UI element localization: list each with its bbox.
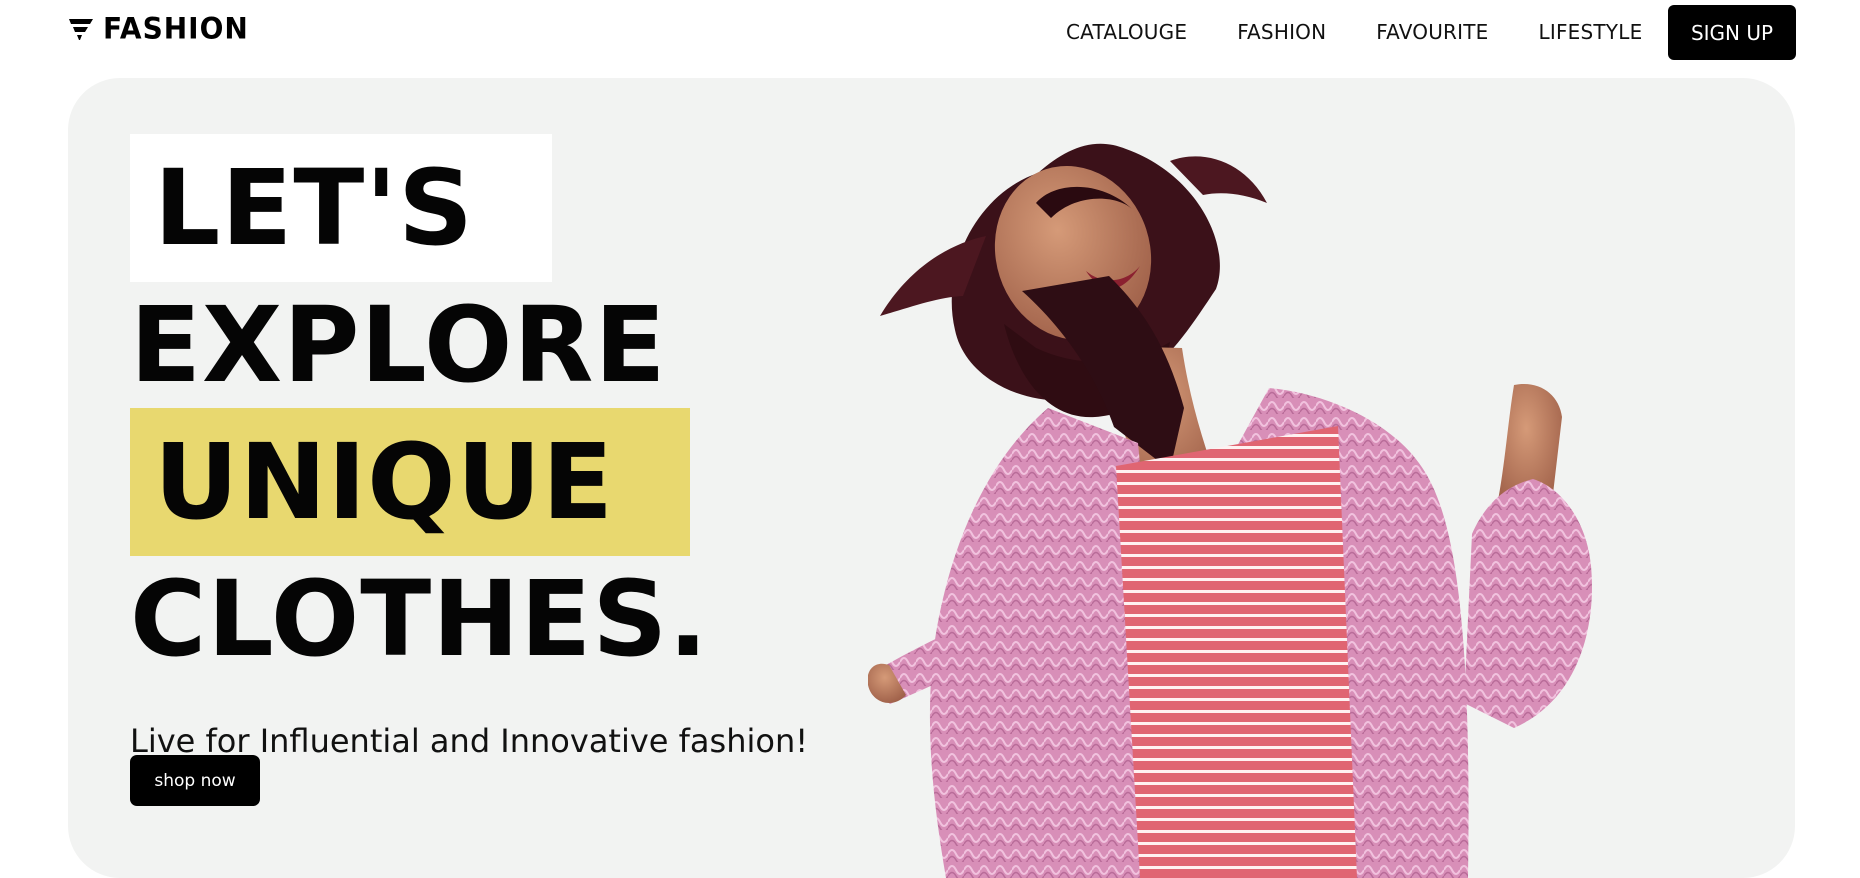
nav-link-lifestyle[interactable]: LIFESTYLE	[1539, 20, 1643, 44]
hero-model-image	[868, 143, 1592, 878]
sign-up-button[interactable]: SIGN UP	[1668, 5, 1796, 60]
headline-line-2: EXPLORE	[130, 284, 667, 406]
headline-line-3: UNIQUE	[130, 408, 690, 556]
logo-icon	[69, 19, 93, 40]
main-nav: CATALOUGE FASHION FAVOURITE LIFESTYLE	[1066, 20, 1642, 44]
nav-link-fashion[interactable]: FASHION	[1237, 20, 1326, 44]
nav-link-favourite[interactable]: FAVOURITE	[1376, 20, 1488, 44]
headline-line-1: LET'S	[130, 134, 552, 282]
shop-now-button[interactable]: shop now	[130, 755, 260, 806]
brand-name: FASHION	[103, 11, 249, 46]
hero-banner: LET'S EXPLORE UNIQUE CLOTHES. Live for I…	[68, 78, 1795, 878]
brand-logo[interactable]: FASHION	[68, 12, 249, 46]
top-navigation: FASHION CATALOUGE FASHION FAVOURITE LIFE…	[0, 0, 1860, 64]
headline-line-4: CLOTHES.	[130, 558, 709, 680]
nav-link-catalogue[interactable]: CATALOUGE	[1066, 20, 1187, 44]
